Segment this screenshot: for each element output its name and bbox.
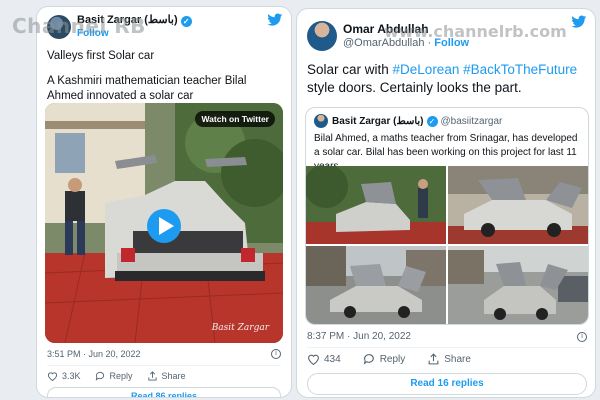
share-label: Share <box>444 353 471 365</box>
car-photo <box>448 166 588 244</box>
tweet-text-line2: A Kashmiri mathematician teacher Bilal A… <box>47 75 247 102</box>
tweet-actions: 434 Reply Share <box>307 353 471 365</box>
avatar[interactable] <box>307 21 337 51</box>
timestamp[interactable]: 3:51 PM · Jun 20, 2022 <box>47 349 141 359</box>
tweet-text-line1: Valleys first Solar car <box>47 50 155 62</box>
like-button[interactable]: 434 <box>307 353 341 365</box>
tweet-video[interactable]: Watch on Twitter Basit Zargar <box>45 103 283 343</box>
twitter-bird-icon[interactable] <box>267 13 283 27</box>
divider <box>307 347 585 348</box>
tweet-text-part: Solar car with <box>307 62 393 77</box>
quoted-tweet[interactable]: Basit Zargar (باسط) ✓ @basiitzargar Bila… <box>305 107 589 325</box>
avatar[interactable] <box>47 15 71 39</box>
verified-badge-icon: ✓ <box>180 15 192 27</box>
tweet-meta: 8:37 PM · Jun 20, 2022 i <box>307 331 587 342</box>
like-count: 3.3K <box>62 371 81 381</box>
hashtag-backtothefuture[interactable]: #BackToTheFuture <box>463 62 577 77</box>
photo-2[interactable] <box>448 166 588 244</box>
video-watermark: Basit Zargar <box>211 323 269 333</box>
car-photo <box>306 166 446 244</box>
photo-grid <box>306 166 588 324</box>
share-icon <box>428 353 439 365</box>
tweet-text-part: style doors. Certainly looks the part. <box>307 80 522 95</box>
author-name[interactable]: Basit Zargar (باسط) <box>77 14 178 27</box>
quote-author-name: Basit Zargar (باسط) <box>332 115 424 127</box>
divider <box>47 365 281 366</box>
tweet-card-omar: Omar Abdullah @OmarAbdullah · Follow Sol… <box>296 8 596 398</box>
tweet-card-basit: Basit Zargar (باسط) ✓ Follow Valleys fir… <box>36 6 292 398</box>
tweet-text: Solar car with #DeLorean #BackToTheFutur… <box>297 53 595 97</box>
reply-label: Reply <box>379 353 406 365</box>
reply-icon <box>95 371 104 381</box>
reply-icon <box>363 354 374 365</box>
author-name[interactable]: Omar Abdullah <box>343 22 429 36</box>
share-button[interactable]: Share <box>427 353 471 365</box>
quote-author-handle: @basiitzargar <box>440 115 503 127</box>
watch-on-twitter-badge[interactable]: Watch on Twitter <box>195 111 275 127</box>
like-button[interactable]: 3.3K <box>47 371 81 381</box>
share-button[interactable]: Share <box>147 371 186 381</box>
read-replies-button[interactable]: Read 86 replies <box>47 387 281 397</box>
tweet-header: Basit Zargar (باسط) ✓ Follow <box>37 7 291 39</box>
car-photo <box>448 246 588 324</box>
share-label: Share <box>161 371 186 381</box>
twitter-bird-icon[interactable] <box>571 15 587 29</box>
info-icon[interactable]: i <box>271 349 281 359</box>
follow-button[interactable]: Follow <box>434 37 469 49</box>
photo-1[interactable] <box>306 166 446 244</box>
hashtag-delorean[interactable]: #DeLorean <box>393 62 460 77</box>
read-replies-button[interactable]: Read 16 replies <box>307 373 587 395</box>
reply-button[interactable]: Reply <box>363 353 406 365</box>
tweet-header: Omar Abdullah @OmarAbdullah · Follow <box>297 9 595 53</box>
photo-3[interactable] <box>306 246 446 324</box>
verified-badge-icon: ✓ <box>426 115 438 127</box>
follow-button[interactable]: Follow <box>77 28 109 39</box>
reply-label: Reply <box>109 371 133 381</box>
like-count: 434 <box>324 353 341 365</box>
reply-button[interactable]: Reply <box>95 371 133 381</box>
tweet-meta: 3:51 PM · Jun 20, 2022 i <box>47 349 281 359</box>
author-handle[interactable]: @OmarAbdullah <box>343 37 424 49</box>
heart-icon <box>308 354 319 365</box>
car-photo <box>306 246 446 324</box>
photo-4[interactable] <box>448 246 588 324</box>
heart-icon <box>47 372 58 381</box>
timestamp[interactable]: 8:37 PM · Jun 20, 2022 <box>307 331 411 342</box>
info-icon[interactable]: i <box>577 331 587 342</box>
avatar <box>314 114 328 128</box>
tweet-actions: 3.3K Reply Share <box>47 371 186 381</box>
video-thumbnail-image <box>45 103 283 343</box>
share-icon <box>147 371 157 381</box>
